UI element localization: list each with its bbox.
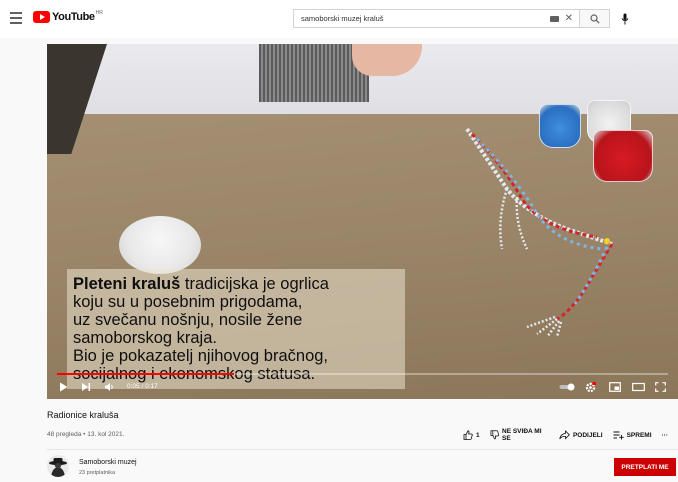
player-controls: 0:05 / 0:17 <box>47 378 678 398</box>
subscribe-button[interactable]: PRETPLATI ME <box>614 458 676 476</box>
logo-text: YouTube <box>52 11 95 23</box>
video-meta: 48 pregleda • 13. kol 2021. <box>47 431 125 438</box>
keyboard-icon[interactable] <box>549 15 559 22</box>
thumbs-down-icon <box>490 430 499 440</box>
beaded-necklace <box>465 127 614 338</box>
search-icon <box>589 13 600 24</box>
autoplay-toggle[interactable] <box>559 383 575 391</box>
channel-name[interactable]: Samoborski muzej <box>79 459 137 466</box>
video-title: Radionice kraluša <box>47 410 119 420</box>
progress-bar[interactable] <box>57 373 668 375</box>
video-actions: 1 NE SVIĐA MI SE PODIJELI SPREMI ··· <box>463 428 678 442</box>
save-button[interactable]: SPREMI <box>613 430 652 440</box>
more-icon: ··· <box>661 431 669 439</box>
share-label: PODIJELI <box>572 431 603 439</box>
logo-region: HR <box>95 10 103 16</box>
channel-avatar-icon <box>49 458 67 477</box>
caption-line: Pleteni kraluš tradicijska je ogrlica <box>73 275 329 293</box>
search-input[interactable]: samoborski muzej kraluš <box>294 14 550 23</box>
fullscreen-icon[interactable] <box>655 382 666 392</box>
share-button[interactable]: PODIJELI <box>559 430 603 440</box>
mic-button[interactable] <box>618 11 632 26</box>
youtube-logo[interactable]: YouTube HR <box>33 10 103 23</box>
miniplayer-icon[interactable] <box>609 382 621 392</box>
search-box[interactable]: samoborski muzej kraluš ✕ <box>293 9 580 28</box>
settings-icon[interactable] <box>585 382 596 393</box>
bowl-of-beads <box>119 216 201 274</box>
subscriber-count: 23 pretplatnika <box>79 470 116 476</box>
divider <box>47 449 678 450</box>
youtube-play-icon <box>33 11 50 23</box>
time-display: 0:05 / 0:17 <box>127 383 158 390</box>
avatar[interactable] <box>47 455 69 477</box>
share-icon <box>559 430 570 440</box>
progress-fill <box>57 373 235 375</box>
video-caption: Pleteni kraluš tradicijska je ogrlica ko… <box>67 269 405 389</box>
dislike-button[interactable]: NE SVIĐA MI SE <box>490 428 549 442</box>
search-button[interactable] <box>580 9 610 28</box>
next-icon[interactable] <box>81 382 91 392</box>
mic-icon <box>621 13 629 24</box>
caption-line: samoborskog kraja. <box>73 329 217 347</box>
caption-line: uz svečanu nošnju, nosile žene <box>73 311 303 329</box>
volume-icon[interactable] <box>104 382 115 392</box>
thumbs-up-icon <box>463 430 473 440</box>
caption-line: koju su u posebnim prigodama, <box>73 293 303 311</box>
masthead: YouTube HR samoborski muzej kraluš ✕ <box>0 0 678 38</box>
clear-icon[interactable]: ✕ <box>565 13 573 24</box>
like-count: 1 <box>476 431 480 439</box>
theater-mode-icon[interactable] <box>632 382 645 392</box>
menu-icon[interactable] <box>10 12 22 24</box>
like-button[interactable]: 1 <box>463 430 480 440</box>
playlist-add-icon <box>613 431 624 440</box>
video-player[interactable]: Pleteni kraluš tradicijska je ogrlica ko… <box>47 44 678 399</box>
play-icon[interactable] <box>59 382 68 392</box>
dislike-label: NE SVIĐA MI SE <box>502 428 542 442</box>
caption-line: Bio je pokazatelj njihovog bračnog, <box>73 347 329 365</box>
more-actions-button[interactable]: ··· <box>662 432 669 439</box>
save-label: SPREMI <box>626 431 652 439</box>
